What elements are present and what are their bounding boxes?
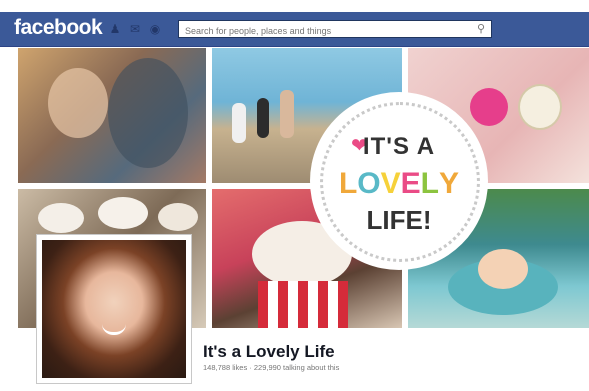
badge-letter: Y [439,167,460,200]
messages-icon[interactable]: ✉ [128,22,142,36]
profile-photo [42,240,186,378]
page-title[interactable]: It's a Lovely Life [203,342,335,362]
profile-picture[interactable] [36,234,192,384]
badge-letter: E [400,167,421,200]
friend-requests-icon[interactable]: ♟ [108,22,122,36]
badge-line-1: IT'S A [362,133,436,160]
badge-letter: L [338,167,358,200]
search-icon[interactable]: ⚲ [477,22,485,35]
badge-letter: O [357,167,381,200]
lovely-life-badge: ❤ IT'S A LOVELY LIFE! [313,95,485,267]
badge-letter: V [380,167,401,200]
facebook-page-screenshot: facebook ♟ ✉ ◉ ⚲ [0,0,589,391]
cover-photo-hug [18,48,206,183]
facebook-logo[interactable]: facebook [14,16,103,40]
notifications-icon[interactable]: ◉ [148,22,162,36]
badge-line-2: LOVELY [313,167,485,201]
page-stats: 148,788 likes · 229,990 talking about th… [203,363,340,372]
search-input[interactable] [179,23,471,39]
badge-letter: L [420,167,439,200]
notification-jewels: ♟ ✉ ◉ [108,22,162,36]
badge-line-3: LIFE! [366,205,432,235]
top-navigation-bar: facebook ♟ ✉ ◉ ⚲ [0,12,589,47]
search-box[interactable]: ⚲ [178,20,492,39]
